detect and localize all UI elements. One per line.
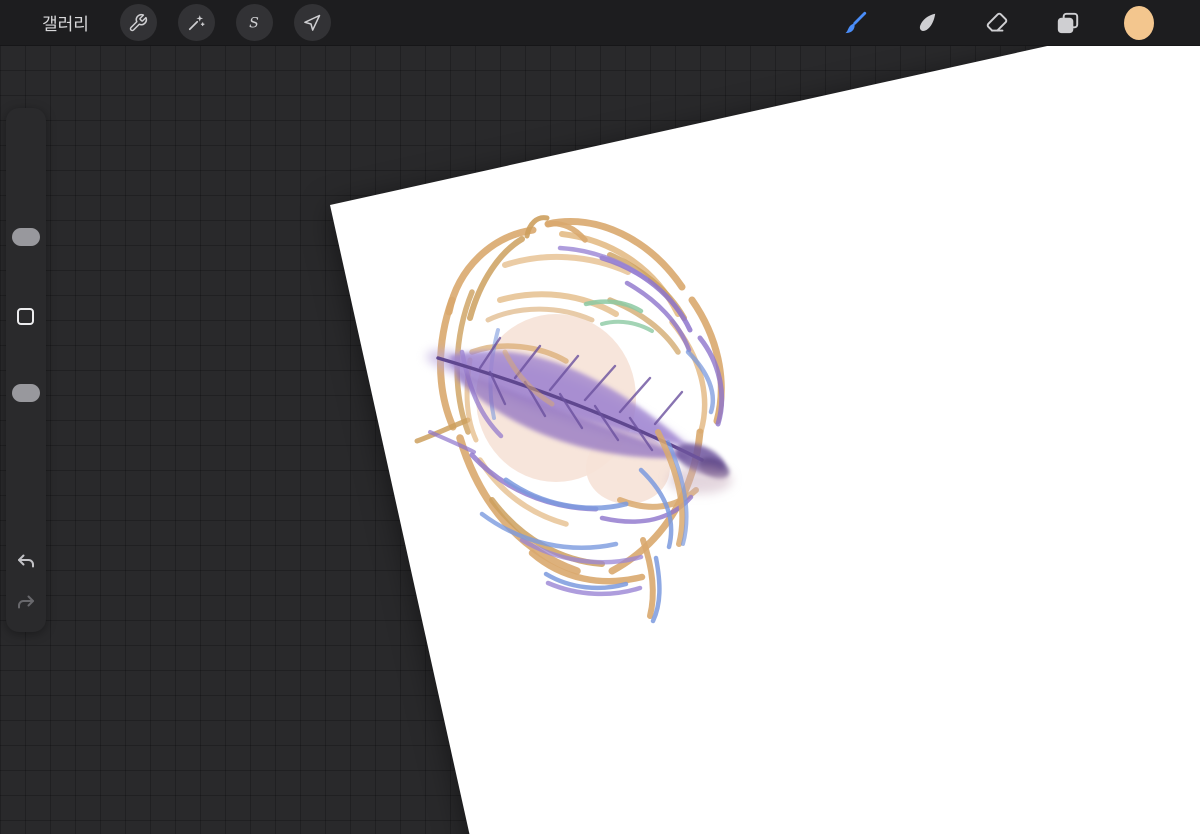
paint-tool-button[interactable] — [840, 8, 870, 38]
layers-icon — [1057, 12, 1079, 33]
brush-opacity-handle[interactable] — [12, 384, 40, 402]
transform-arrow-icon — [304, 14, 321, 31]
brush-opacity-slider[interactable] — [6, 340, 46, 540]
selection-button[interactable]: S — [235, 4, 273, 41]
brush-size-handle[interactable] — [12, 228, 40, 246]
modify-button[interactable] — [17, 308, 34, 325]
svg-text:S: S — [250, 15, 260, 31]
magic-wand-icon — [189, 14, 205, 30]
redo-icon — [18, 595, 34, 609]
color-swatch-icon — [1124, 5, 1154, 40]
gallery-button[interactable]: 갤러리 — [42, 10, 89, 35]
paintbrush-icon — [845, 11, 867, 33]
undo-icon — [18, 554, 34, 568]
redo-button[interactable] — [15, 592, 37, 614]
brush-size-slider[interactable] — [6, 114, 46, 299]
selection-s-icon: S — [250, 15, 260, 31]
wrench-icon — [130, 13, 148, 31]
side-toolbar — [6, 108, 46, 632]
smudge-icon — [919, 13, 936, 31]
toolbar-left-group: 갤러리 S — [0, 4, 331, 41]
erase-tool-button[interactable] — [982, 8, 1012, 38]
layers-button[interactable] — [1053, 8, 1083, 38]
canvas-paper[interactable] — [330, 45, 1200, 834]
smudge-tool-button[interactable] — [911, 8, 941, 38]
workspace[interactable] — [0, 45, 1200, 834]
adjustments-button[interactable] — [177, 4, 215, 41]
top-toolbar: 갤러리 S — [0, 0, 1200, 46]
actions-button[interactable] — [119, 4, 157, 41]
eraser-icon — [986, 12, 1008, 32]
toolbar-right-group — [840, 5, 1200, 40]
undo-button[interactable] — [15, 551, 37, 573]
color-button[interactable] — [1124, 5, 1154, 40]
transform-button[interactable] — [293, 4, 331, 41]
